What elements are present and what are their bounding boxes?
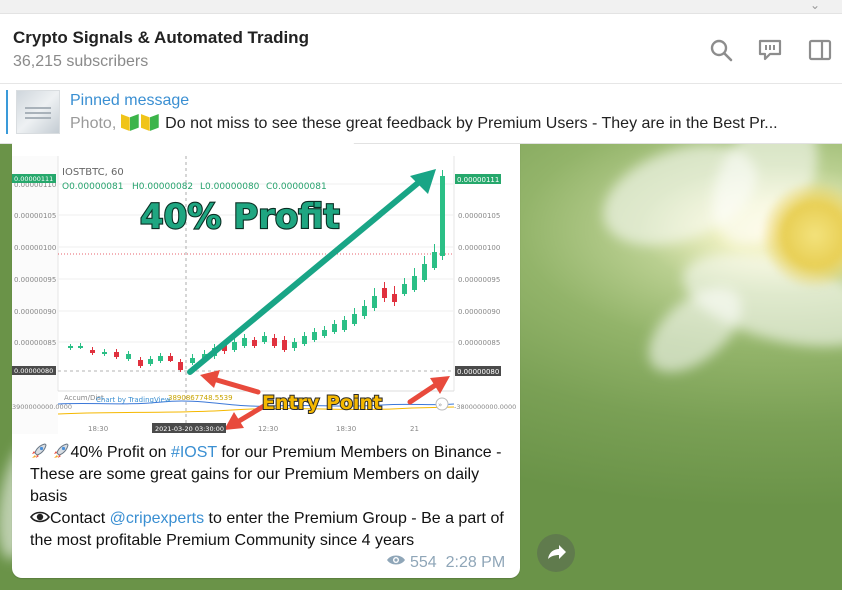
beginner-badge-icon <box>141 114 159 131</box>
candle <box>402 284 407 294</box>
candle <box>178 362 183 370</box>
forward-button[interactable] <box>537 534 575 572</box>
volume-right-value: -3800000000.0000 <box>454 403 516 411</box>
ohlc-open: O0.00000081 <box>62 182 123 192</box>
chevron-down-icon[interactable]: ⌄ <box>810 0 820 12</box>
pinned-message-bar[interactable]: Pinned message Photo, Do not miss to see… <box>0 84 842 144</box>
pinned-thumbnail <box>16 90 60 134</box>
price-badge-right-bottom: 0.00000080 <box>457 368 499 376</box>
candle <box>322 330 327 336</box>
candle <box>440 176 445 256</box>
chat-header: Crypto Signals & Automated Trading 36,21… <box>0 14 842 84</box>
x-tick-label: 12:30 <box>258 425 278 433</box>
candle <box>412 276 417 290</box>
message-time: 2:28 PM <box>445 554 506 571</box>
price-badge-left-bottom: 0.00000080 <box>14 367 53 375</box>
view-count: 554 <box>410 554 437 571</box>
candle <box>90 350 95 353</box>
candle <box>312 332 317 340</box>
search-icon[interactable] <box>709 38 733 62</box>
entry-point-text: Entry Point <box>262 392 382 414</box>
pinned-text: Do not miss to see these great feedback … <box>165 115 778 132</box>
trading-chart: 40% Profit Entry Point IOSTBTC, 60 O0.00… <box>12 156 520 434</box>
channel-title[interactable]: Crypto Signals & Automated Trading <box>13 28 309 48</box>
candle <box>114 352 119 357</box>
window-top-strip: ⌄ <box>0 0 842 14</box>
tradingview-attribution: Chart by TradingView <box>96 396 171 404</box>
share-arrow-icon <box>548 545 566 559</box>
message-text: 40% Profit on #IOST for our Premium Memb… <box>30 442 510 552</box>
scroll-right-icon[interactable]: » <box>438 401 442 409</box>
candle <box>342 320 347 330</box>
candle <box>232 342 237 350</box>
candle <box>382 288 387 298</box>
ohlc-close: C0.00000081 <box>266 182 327 192</box>
headline-text: 40% Profit <box>140 197 340 237</box>
pinned-preview: Photo, Do not miss to see these great fe… <box>70 114 830 133</box>
candle <box>190 358 195 363</box>
y-tick-label-right: 0.00000090 <box>458 308 500 316</box>
candle <box>168 356 173 361</box>
x-tick-label: 18:30 <box>88 425 108 433</box>
y-tick-label-right: 0.00000105 <box>458 212 500 220</box>
caption-line1-pre: 40% Profit on <box>70 444 171 461</box>
y-tick-label: 0.00000090 <box>14 308 56 316</box>
y-tick-label: 0.00000085 <box>14 339 56 347</box>
ohlc-high: H0.00000082 <box>132 182 193 192</box>
price-badge-right-top: 0.00000111 <box>457 176 499 184</box>
message-photo[interactable]: 40% Profit Entry Point IOSTBTC, 60 O0.00… <box>12 156 520 434</box>
x-tick-label: 18:30 <box>336 425 356 433</box>
y-tick-label: 0.00000105 <box>14 212 56 220</box>
y-tick-label: 0.00000100 <box>14 244 56 252</box>
candle <box>282 340 287 350</box>
volume-left-value: 3900000000.0000 <box>12 403 72 411</box>
y-tick-label: 0.00000095 <box>14 276 56 284</box>
chart-symbol: IOSTBTC, 60 <box>62 167 124 178</box>
rocket-icon <box>32 443 47 458</box>
candle <box>392 294 397 302</box>
y-tick-label-right: 0.00000100 <box>458 244 500 252</box>
candle <box>158 356 163 361</box>
message-meta: 554 2:28 PM <box>386 554 505 572</box>
rocket-icon <box>54 443 69 458</box>
eye-speech-icon <box>30 511 50 523</box>
candle <box>272 338 277 346</box>
hashtag-link[interactable]: #IOST <box>171 444 217 461</box>
candle <box>362 306 367 316</box>
beginner-badge-icon <box>121 114 139 131</box>
date-badge: 2021-03-20 03:30:00 <box>155 425 224 433</box>
y-tick-label-right: 0.00000095 <box>458 276 500 284</box>
candle <box>332 324 337 332</box>
candle <box>78 346 83 348</box>
subscriber-count: 36,215 subscribers <box>13 53 149 70</box>
candle <box>242 338 247 346</box>
volume-value: 3890867748.5539 <box>168 394 233 402</box>
views-eye-icon <box>387 555 405 565</box>
candle <box>302 336 307 344</box>
caption-line2-pre: Contact <box>50 510 110 527</box>
comments-icon[interactable] <box>758 38 782 62</box>
candle <box>126 354 131 359</box>
candle <box>68 346 73 348</box>
candle <box>102 352 107 354</box>
candle <box>148 359 153 364</box>
candle <box>138 360 143 366</box>
candle <box>262 336 267 342</box>
candle <box>252 340 257 346</box>
y-tick-label-right: 0.00000085 <box>458 339 500 347</box>
x-tick-label: 21 <box>410 425 419 433</box>
ohlc-low: L0.00000080 <box>200 182 260 192</box>
pinned-label: Pinned message <box>70 92 190 109</box>
candle <box>372 296 377 308</box>
pinned-prefix: Photo, <box>70 115 117 132</box>
candle <box>432 252 437 268</box>
candle <box>352 314 357 324</box>
candle <box>292 342 297 348</box>
pinned-accent-bar <box>6 90 8 134</box>
sidebar-toggle-icon[interactable] <box>808 38 832 62</box>
price-badge-left-top: 0.00000111 <box>14 175 53 183</box>
candle <box>422 264 427 280</box>
mention-link[interactable]: @cripexperts <box>110 510 205 527</box>
